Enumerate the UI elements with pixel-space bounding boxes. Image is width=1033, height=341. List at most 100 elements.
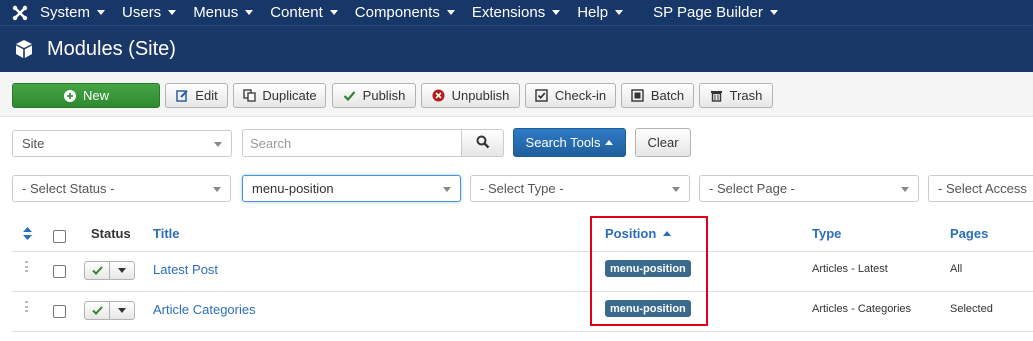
toolbar: New Edit Duplicate Publish Unpublish Che… — [0, 72, 1033, 117]
check-icon — [343, 89, 357, 103]
caret-down-icon — [168, 10, 177, 15]
menu-label: Components — [354, 4, 440, 21]
menu-label: Menus — [193, 4, 239, 21]
status-dropdown-toggle[interactable] — [110, 262, 134, 279]
drag-handle-icon[interactable] — [25, 261, 29, 272]
edit-button-label: Edit — [195, 88, 218, 103]
module-type: Articles - Categories — [812, 303, 912, 315]
column-header-title[interactable]: Title — [153, 226, 180, 241]
duplicate-button-label: Duplicate — [262, 88, 317, 103]
batch-button[interactable]: Batch — [621, 83, 694, 108]
batch-icon — [631, 89, 645, 103]
sort-ordering-icon[interactable] — [23, 227, 32, 243]
search-button[interactable] — [461, 129, 504, 157]
status-select[interactable]: - Select Status - — [12, 175, 231, 202]
menu-components[interactable]: Components — [355, 4, 455, 21]
client-select[interactable]: Site — [12, 130, 232, 157]
column-header-status[interactable]: Status — [91, 226, 131, 241]
type-select-value: - Select Type - — [480, 181, 564, 196]
chevron-down-icon — [213, 187, 221, 192]
new-button[interactable]: New — [12, 83, 160, 108]
menu-extensions[interactable]: Extensions — [471, 4, 561, 21]
chevron-down-icon — [672, 187, 680, 192]
page-select[interactable]: - Select Page - — [699, 175, 919, 202]
status-toggle[interactable] — [84, 301, 135, 320]
menu-label: SP Page Builder — [653, 4, 763, 21]
new-button-label: New — [82, 88, 109, 103]
menu-menus[interactable]: Menus — [193, 4, 254, 21]
row-divider — [12, 291, 1033, 292]
page-title: Modules (Site) — [47, 37, 176, 60]
module-type: Articles - Latest — [812, 263, 888, 275]
trash-icon — [710, 89, 724, 103]
unpublish-button-label: Unpublish — [451, 88, 510, 103]
menu-help[interactable]: Help — [577, 4, 624, 21]
drag-handle-icon[interactable] — [25, 301, 29, 312]
column-header-pages[interactable]: Pages — [950, 226, 988, 241]
row-checkbox[interactable] — [53, 305, 66, 318]
caret-up-icon — [605, 140, 614, 145]
page-select-value: - Select Page - — [709, 181, 795, 196]
caret-down-icon — [329, 10, 338, 15]
edit-button[interactable]: Edit — [165, 83, 228, 108]
plus-circle-icon — [63, 89, 77, 103]
position-column-highlight — [590, 216, 708, 326]
caret-down-icon — [245, 10, 254, 15]
caret-down-icon — [615, 10, 624, 15]
position-select-value: menu-position — [252, 181, 334, 196]
caret-down-icon — [118, 268, 126, 273]
menu-label: Help — [577, 4, 609, 21]
menu-system[interactable]: System — [40, 4, 106, 21]
search-tools-button[interactable]: Search Tools — [513, 128, 626, 157]
row-divider — [12, 251, 1033, 252]
column-header-type[interactable]: Type — [812, 226, 841, 241]
cube-icon — [13, 38, 35, 60]
edit-icon — [175, 89, 189, 103]
status-toggle[interactable] — [84, 261, 135, 280]
access-select-value: - Select Access — [938, 181, 1027, 196]
clear-button[interactable]: Clear — [635, 128, 691, 157]
type-select[interactable]: - Select Type - — [470, 175, 690, 202]
joomla-logo-icon[interactable] — [0, 0, 40, 25]
caret-down-icon — [769, 10, 778, 15]
row-checkbox[interactable] — [53, 265, 66, 278]
position-select[interactable]: menu-position — [242, 175, 461, 202]
page-header: Modules (Site) — [0, 25, 1033, 72]
caret-down-icon — [446, 10, 455, 15]
row-divider — [12, 331, 1033, 332]
top-navigation: System Users Menus Content Components Ex… — [0, 0, 1033, 25]
check-in-button[interactable]: Check-in — [525, 83, 616, 108]
publish-button[interactable]: Publish — [332, 83, 416, 108]
trash-button-label: Trash — [729, 88, 763, 103]
menu-label: Content — [270, 4, 323, 21]
search-input[interactable] — [242, 129, 462, 157]
module-pages: Selected — [950, 303, 993, 315]
search-icon — [476, 135, 490, 152]
module-title-link[interactable]: Article Categories — [153, 302, 256, 317]
module-pages: All — [950, 263, 963, 275]
menu-label: System — [40, 4, 91, 21]
clear-button-label: Clear — [647, 135, 679, 150]
chevron-down-icon — [443, 187, 451, 192]
menu-sp-page-builder[interactable]: SP Page Builder — [653, 4, 778, 21]
menu-label: Users — [122, 4, 162, 21]
published-check-icon[interactable] — [85, 262, 110, 279]
menu-content[interactable]: Content — [270, 4, 338, 21]
access-select[interactable]: - Select Access — [928, 175, 1033, 202]
module-title-link[interactable]: Latest Post — [153, 262, 218, 277]
published-check-icon[interactable] — [85, 302, 110, 319]
status-dropdown-toggle[interactable] — [110, 302, 134, 319]
chevron-down-icon — [901, 187, 909, 192]
duplicate-button[interactable]: Duplicate — [233, 83, 326, 108]
select-all-checkbox[interactable] — [53, 230, 66, 243]
unpublish-button[interactable]: Unpublish — [421, 83, 520, 108]
unpublish-icon — [432, 89, 446, 103]
caret-down-icon — [97, 10, 106, 15]
menu-label: Extensions — [471, 4, 546, 21]
trash-button[interactable]: Trash — [699, 83, 773, 108]
status-select-value: - Select Status - — [22, 181, 115, 196]
copy-icon — [242, 89, 256, 103]
check-in-button-label: Check-in — [554, 88, 607, 103]
chevron-down-icon — [214, 142, 222, 147]
menu-users[interactable]: Users — [122, 4, 177, 21]
